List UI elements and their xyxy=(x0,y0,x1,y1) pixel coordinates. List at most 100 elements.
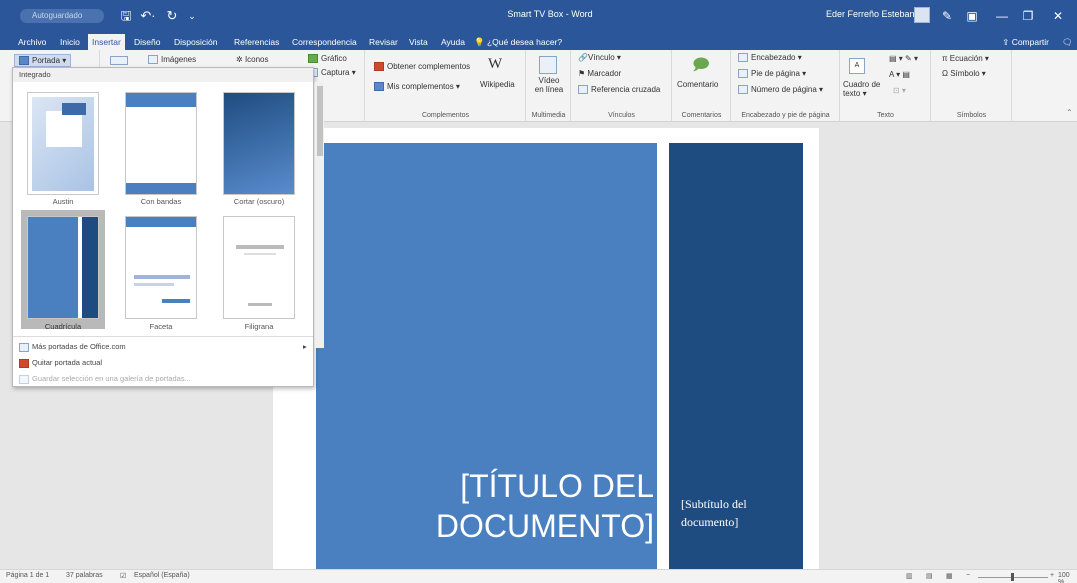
minimize-button[interactable]: — xyxy=(990,6,1014,26)
print-layout-icon[interactable]: ▤ xyxy=(926,572,933,580)
vinculo-button[interactable]: 🔗Vínculo ▾ xyxy=(578,53,621,62)
word-count[interactable]: 37 palabras xyxy=(66,572,103,579)
grafico-button[interactable]: Gráfico xyxy=(308,54,347,64)
tab-archivo[interactable]: Archivo xyxy=(14,34,50,50)
tab-diseno[interactable]: Diseño xyxy=(130,34,164,50)
proofing-icon[interactable]: ☑ xyxy=(120,572,126,580)
comentario-button[interactable]: Comentario xyxy=(677,80,718,89)
marcador-button[interactable]: ⚑ Marcador xyxy=(578,69,621,78)
gallery-scrollbar[interactable] xyxy=(314,82,324,348)
video-en-linea-button[interactable]: Vídeo en línea xyxy=(533,76,565,94)
window-title: Smart TV Box - Word xyxy=(507,9,593,19)
tab-referencias[interactable]: Referencias xyxy=(230,34,283,50)
header-icon xyxy=(738,53,748,63)
cuadro-de-texto-button[interactable]: Cuadro de texto ▾ xyxy=(843,80,881,98)
customize-qat-icon[interactable]: ⌄ xyxy=(186,6,198,26)
menu-quitar-portada[interactable]: Quitar portada actual xyxy=(19,358,102,368)
zoom-level[interactable]: 100 % xyxy=(1058,572,1077,583)
group-vinculos: 🔗Vínculo ▾ ⚑ Marcador Referencia cruzada… xyxy=(572,50,672,122)
tab-correspondencia[interactable]: Correspondencia xyxy=(288,34,361,50)
gallery-scroll-thumb[interactable] xyxy=(317,86,323,156)
menu-mas-portadas[interactable]: Más portadas de Office.com xyxy=(19,342,126,352)
numero-de-pagina-button[interactable]: Número de página ▾ xyxy=(738,85,823,95)
thumb-austin xyxy=(27,92,99,195)
thumb-faceta xyxy=(125,216,197,319)
captura-button[interactable]: Captura ▾ xyxy=(308,68,356,78)
label-faceta: Faceta xyxy=(149,322,173,331)
share-button[interactable]: ⇪ Compartir xyxy=(1002,34,1049,50)
thumb-cuadricula xyxy=(27,216,99,319)
mis-complementos-label: Mis complementos xyxy=(387,82,454,91)
comments-icon[interactable]: 🗨 xyxy=(1058,34,1077,50)
status-bar: Página 1 de 1 37 palabras ☑ Español (Esp… xyxy=(0,569,1077,583)
undo-icon[interactable]: ↶· xyxy=(138,6,158,26)
wikipedia-icon[interactable]: W xyxy=(488,56,502,73)
pie-de-pagina-button[interactable]: Pie de página ▾ xyxy=(738,69,806,79)
read-mode-icon[interactable]: ▥ xyxy=(906,572,913,580)
mis-complementos-button[interactable]: Mis complementos ▾ xyxy=(374,82,460,92)
object-icon[interactable]: ⊡ ▾ xyxy=(893,86,906,95)
zoom-slider-thumb[interactable] xyxy=(1011,573,1014,581)
autosave-toggle[interactable]: Autoguardado xyxy=(20,9,104,23)
tab-vista[interactable]: Vista xyxy=(405,34,432,50)
document-subtitle-placeholder[interactable]: [Subtítulo del documento] xyxy=(681,495,801,531)
tab-disposicion[interactable]: Disposición xyxy=(170,34,221,50)
encabezado-button[interactable]: Encabezado ▾ xyxy=(738,53,802,63)
table-icon[interactable] xyxy=(110,56,131,66)
imagenes-label: Imágenes xyxy=(161,55,197,64)
group-texto: A Cuadro de texto ▾ ▤ ▾ ✎ ▾ A ▾ ▤ ⊡ ▾ Te… xyxy=(841,50,931,122)
submenu-arrow-icon: ▸ xyxy=(303,342,307,351)
zoom-out-button[interactable]: − xyxy=(966,572,970,579)
cover-faceta[interactable] xyxy=(119,210,203,329)
page-count[interactable]: Página 1 de 1 xyxy=(6,572,49,579)
pen-icon[interactable]: ✎ xyxy=(935,6,959,26)
thumb-filigrana xyxy=(223,216,295,319)
collapse-ribbon-icon[interactable]: ⌃ xyxy=(1066,108,1073,117)
cover-cortar-oscuro[interactable] xyxy=(217,86,301,205)
video-icon[interactable] xyxy=(539,56,557,74)
page-number-icon xyxy=(738,85,748,95)
thumb-con-bandas xyxy=(125,92,197,195)
save-icon[interactable]: 🖫 xyxy=(118,6,134,26)
footer-icon xyxy=(738,69,748,79)
tell-me-box[interactable]: 💡 ¿Qué desea hacer? xyxy=(470,34,566,50)
portada-button[interactable]: Portada ▾ xyxy=(14,54,72,68)
pie-de-pagina-label: Pie de página xyxy=(751,69,800,78)
restore-button[interactable]: ❐ xyxy=(1016,6,1040,26)
user-name[interactable]: Eder Ferreño Esteban xyxy=(826,9,915,19)
cover-austin[interactable] xyxy=(21,86,105,205)
encabezado-group-label: Encabezado y pie de página xyxy=(741,112,830,119)
wordart-icon[interactable]: A ▾ ▤ xyxy=(889,70,910,79)
cover-filigrana[interactable] xyxy=(217,210,301,329)
imagenes-button[interactable]: Imágenes xyxy=(148,55,197,65)
redo-icon[interactable]: ↻ xyxy=(164,6,180,26)
cover-cuadricula[interactable] xyxy=(21,210,105,329)
obtener-complementos-button[interactable]: Obtener complementos xyxy=(374,62,471,72)
new-comment-icon[interactable]: 🗩 xyxy=(692,54,710,81)
grafico-label: Gráfico xyxy=(321,54,347,63)
tab-insertar[interactable]: Insertar xyxy=(88,34,125,50)
link-icon: 🔗 xyxy=(578,53,588,62)
zoom-in-button[interactable]: + xyxy=(1050,572,1054,579)
web-layout-icon[interactable]: ▦ xyxy=(946,572,953,580)
iconos-button[interactable]: ✲ Iconos xyxy=(236,55,269,64)
referencia-cruzada-button[interactable]: Referencia cruzada xyxy=(578,85,660,95)
vinculo-label: Vínculo xyxy=(587,53,615,62)
ecuacion-button[interactable]: π Ecuación ▾ xyxy=(942,54,989,63)
obtener-complementos-label: Obtener complementos xyxy=(387,62,471,71)
menu-guardar-seleccion[interactable]: Guardar selección en una galería de port… xyxy=(19,374,191,384)
tab-ayuda[interactable]: Ayuda xyxy=(437,34,469,50)
ribbon-display-icon[interactable]: ▣ xyxy=(960,6,984,26)
simbolo-button[interactable]: Ω Símbolo ▾ xyxy=(942,69,986,78)
document-title-placeholder[interactable]: [TÍTULO DEL DOCUMENTO] xyxy=(384,466,654,546)
wikipedia-label[interactable]: Wikipedia xyxy=(480,80,515,89)
close-button[interactable]: ✕ xyxy=(1046,6,1070,26)
tab-revisar[interactable]: Revisar xyxy=(365,34,402,50)
cover-con-bandas[interactable] xyxy=(119,86,203,205)
ribbon-tabs: Archivo Inicio Insertar Diseño Disposici… xyxy=(0,32,1077,50)
quick-parts-icon[interactable]: ▤ ▾ ✎ ▾ xyxy=(889,54,918,63)
text-box-icon[interactable]: A xyxy=(849,58,865,74)
language-indicator[interactable]: Español (España) xyxy=(134,572,190,579)
tab-inicio[interactable]: Inicio xyxy=(56,34,84,50)
avatar[interactable] xyxy=(914,7,930,23)
